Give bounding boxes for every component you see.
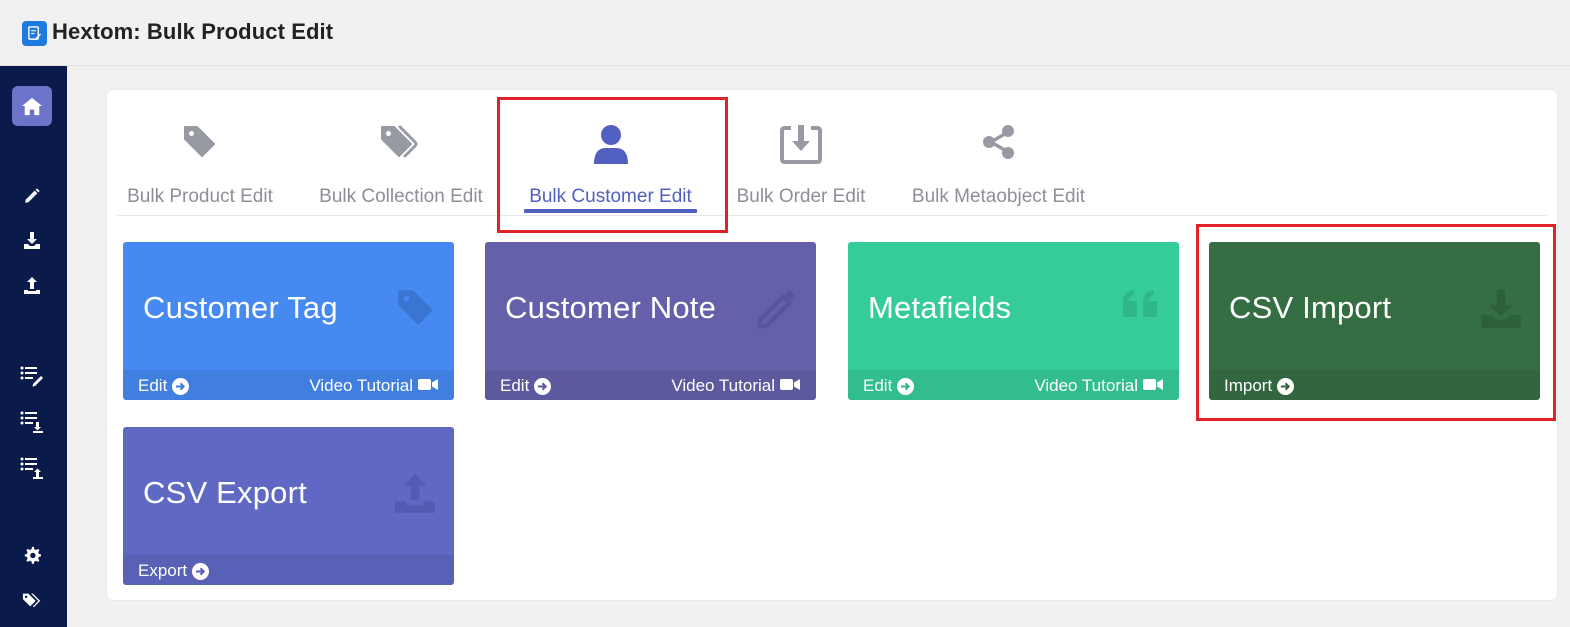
- sidebar: [0, 66, 67, 627]
- tile-footer: Import: [1209, 370, 1540, 400]
- tag-icon: [122, 124, 278, 160]
- tile-title: Customer Tag: [143, 290, 338, 325]
- pencil-icon[interactable]: [20, 184, 44, 208]
- video-tutorial-link[interactable]: Video Tutorial: [1034, 376, 1163, 396]
- tab-bulk-product-edit[interactable]: Bulk Product Edit: [122, 90, 278, 214]
- tile-csv-export[interactable]: CSV Export Export: [123, 427, 454, 585]
- tile-footer: Edit Video Tutorial: [848, 370, 1179, 400]
- tab-label: Bulk Product Edit: [127, 186, 273, 207]
- app-logo-icon: [22, 21, 47, 46]
- video-tutorial-label: Video Tutorial: [1034, 376, 1138, 395]
- tab-bulk-customer-edit[interactable]: Bulk Customer Edit: [524, 90, 697, 214]
- tile-csv-import[interactable]: CSV Import Import: [1209, 242, 1540, 400]
- tab-bulk-collection-edit[interactable]: Bulk Collection Edit: [313, 90, 489, 214]
- tile-customer-note[interactable]: Customer Note Edit Video Tutorial: [485, 242, 816, 400]
- list-upload-icon[interactable]: [20, 456, 44, 480]
- home-icon[interactable]: [12, 86, 52, 126]
- download-box-icon: [732, 124, 870, 164]
- video-tutorial-link[interactable]: Video Tutorial: [671, 376, 800, 396]
- edit-link[interactable]: Edit: [863, 376, 915, 396]
- tile-metafields[interactable]: Metafields Edit Video Tutorial: [848, 242, 1179, 400]
- user-icon: [524, 124, 697, 164]
- active-tab-indicator: [524, 209, 697, 213]
- edit-label: Edit: [500, 376, 530, 395]
- tile-footer: Edit Video Tutorial: [123, 370, 454, 400]
- edit-link[interactable]: Edit: [138, 376, 190, 396]
- download-icon: [1480, 288, 1522, 335]
- export-label: Export: [138, 561, 188, 580]
- upload-icon[interactable]: [20, 274, 44, 298]
- tab-bulk-order-edit[interactable]: Bulk Order Edit: [732, 90, 870, 214]
- import-label: Import: [1224, 376, 1273, 395]
- share-icon: [904, 124, 1093, 160]
- arrow-circle-right-icon: [1277, 377, 1295, 395]
- tabs-divider: [117, 215, 1547, 216]
- tag-icon: [396, 288, 436, 333]
- tab-label: Bulk Customer Edit: [529, 186, 692, 207]
- video-tutorial-label: Video Tutorial: [671, 376, 775, 395]
- tags-icon[interactable]: [20, 588, 44, 612]
- gear-icon[interactable]: [20, 543, 44, 567]
- edit-link[interactable]: Edit: [500, 376, 552, 396]
- tags-icon: [313, 124, 489, 160]
- download-icon[interactable]: [20, 229, 44, 253]
- quote-icon: [1121, 288, 1161, 325]
- upload-icon: [394, 473, 436, 520]
- tab-label: Bulk Metaobject Edit: [911, 186, 1086, 207]
- import-link[interactable]: Import: [1224, 376, 1295, 396]
- arrow-circle-right-icon: [192, 562, 210, 580]
- tile-footer: Edit Video Tutorial: [485, 370, 816, 400]
- arrow-circle-right-icon: [897, 377, 915, 395]
- main-card: Bulk Product Edit Bulk Collection Edit B…: [107, 90, 1557, 600]
- tile-title: CSV Import: [1229, 290, 1392, 325]
- tile-title: Metafields: [868, 290, 1012, 325]
- video-tutorial-label: Video Tutorial: [309, 376, 413, 395]
- top-bar: Hextom: Bulk Product Edit: [0, 0, 1570, 66]
- arrow-circle-right-icon: [172, 377, 190, 395]
- video-tutorial-link[interactable]: Video Tutorial: [309, 376, 438, 396]
- list-download-icon[interactable]: [20, 410, 44, 434]
- tab-label: Bulk Order Edit: [736, 186, 866, 207]
- arrow-circle-right-icon: [534, 377, 552, 395]
- video-camera-icon: [780, 376, 800, 396]
- tile-title: Customer Note: [505, 290, 717, 325]
- tile-title: CSV Export: [143, 475, 307, 510]
- video-camera-icon: [1143, 376, 1163, 396]
- edit-label: Edit: [138, 376, 168, 395]
- edit-label: Edit: [863, 376, 893, 395]
- tab-label: Bulk Collection Edit: [319, 186, 483, 207]
- list-edit-icon[interactable]: [20, 364, 44, 388]
- video-camera-icon: [418, 376, 438, 396]
- app-title: Hextom: Bulk Product Edit: [52, 19, 334, 44]
- pencil-icon: [756, 288, 798, 335]
- tile-footer: Export: [123, 555, 454, 585]
- export-link[interactable]: Export: [138, 561, 210, 581]
- tab-bulk-metaobject-edit[interactable]: Bulk Metaobject Edit: [904, 90, 1093, 214]
- tile-customer-tag[interactable]: Customer Tag Edit Video Tutorial: [123, 242, 454, 400]
